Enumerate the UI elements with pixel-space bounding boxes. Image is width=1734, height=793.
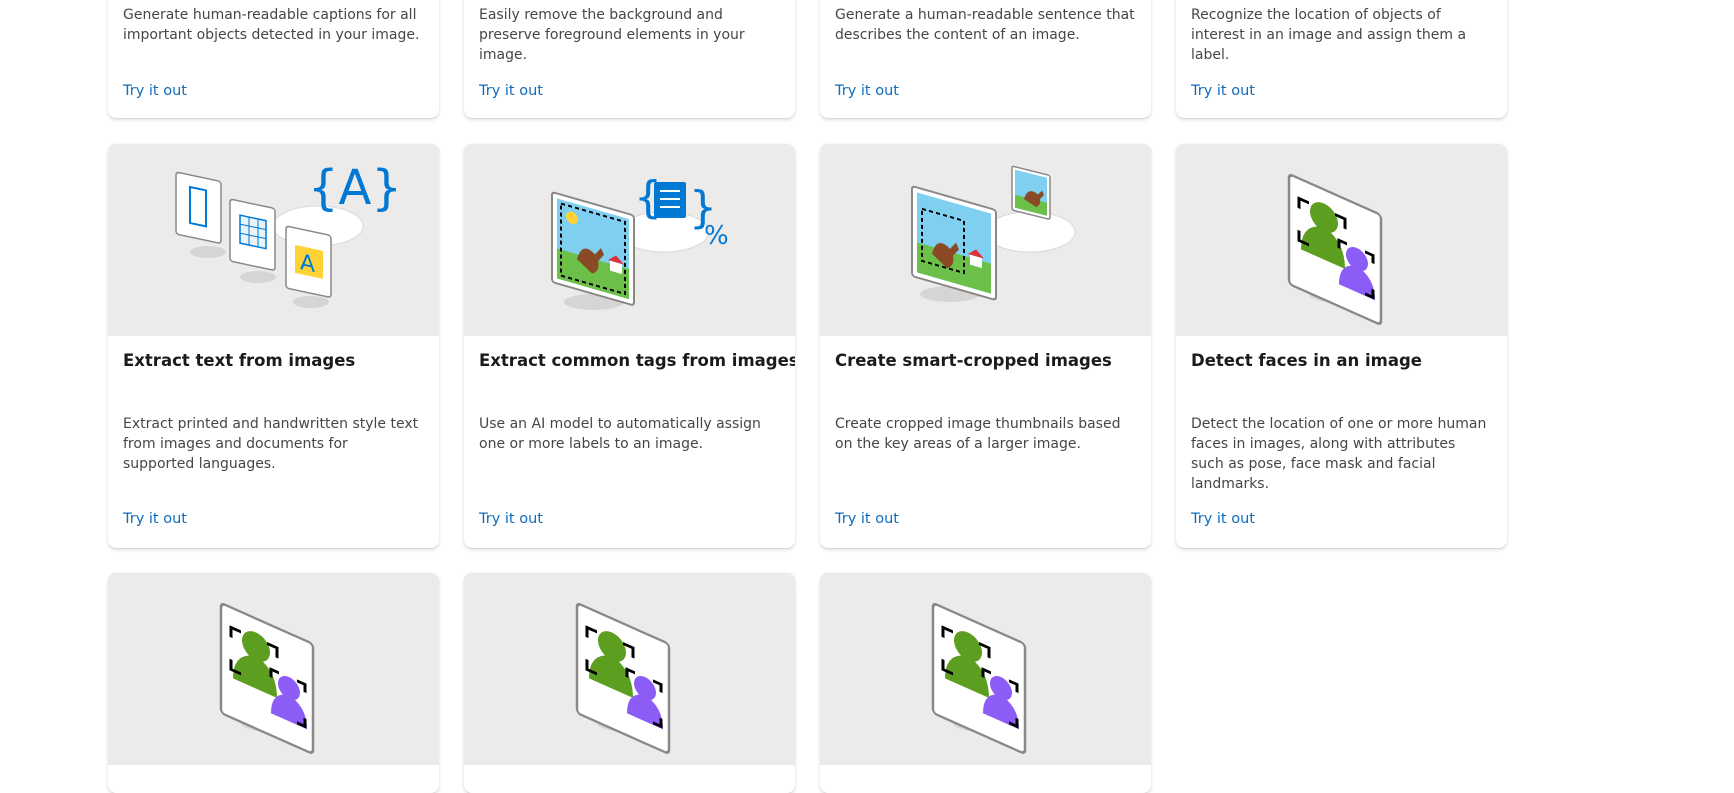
- try-it-out-link[interactable]: Try it out: [835, 83, 899, 99]
- feature-card-face-2: [464, 573, 795, 793]
- face-detection-illustration: [464, 573, 795, 765]
- try-it-out-link[interactable]: Try it out: [1191, 511, 1255, 527]
- feature-card-dense-captions: Generate human-readable captions for all…: [108, 0, 439, 118]
- svg-text:A: A: [300, 249, 316, 278]
- feature-card-smart-crop: Create smart-cropped images Create cropp…: [820, 144, 1151, 548]
- try-it-out-link[interactable]: Try it out: [835, 511, 899, 527]
- card-description: Recognize the location of objects of int…: [1191, 7, 1467, 63]
- card-description: Generate a human-readable sentence that …: [835, 7, 1135, 43]
- feature-card-face-1: [108, 573, 439, 793]
- card-title: Extract text from images: [123, 351, 356, 370]
- feature-card-face-3: [820, 573, 1151, 793]
- card-title: Detect faces in an image: [1191, 351, 1422, 370]
- try-it-out-link[interactable]: Try it out: [479, 511, 543, 527]
- smart-crop-illustration: [820, 144, 1151, 336]
- try-it-out-link[interactable]: Try it out: [479, 83, 543, 99]
- card-description: Detect the location of one or more human…: [1191, 416, 1487, 492]
- feature-card-image-captioning: Generate a human-readable sentence that …: [820, 0, 1151, 118]
- card-description: Extract printed and handwritten style te…: [123, 416, 419, 472]
- card-title: Extract common tags from images: [479, 351, 795, 370]
- try-it-out-link[interactable]: Try it out: [123, 83, 187, 99]
- feature-card-extract-tags: { } % Extract common tags from images Us…: [464, 144, 795, 548]
- svg-text:{A}: {A}: [308, 160, 402, 216]
- card-description: Generate human-readable captions for all…: [123, 7, 420, 43]
- card-title: Create smart-cropped images: [835, 351, 1112, 370]
- svg-text:%: %: [704, 221, 729, 251]
- feature-card-object-detection: Recognize the location of objects of int…: [1176, 0, 1507, 118]
- feature-card-detect-faces: Detect faces in an image Detect the loca…: [1176, 144, 1507, 548]
- card-description: Easily remove the background and preserv…: [479, 7, 745, 63]
- card-description: Create cropped image thumbnails based on…: [835, 416, 1121, 452]
- try-it-out-link[interactable]: Try it out: [123, 511, 187, 527]
- try-it-out-link[interactable]: Try it out: [1191, 83, 1255, 99]
- card-description: Use an AI model to automatically assign …: [479, 416, 761, 452]
- ocr-illustration: {A} A: [108, 144, 439, 336]
- face-detection-illustration: [1176, 144, 1507, 336]
- face-detection-illustration: [820, 573, 1151, 765]
- tagging-illustration: { } %: [464, 144, 795, 336]
- feature-card-extract-text: {A} A Extract text from images Extract p…: [108, 144, 439, 548]
- face-detection-illustration: [108, 573, 439, 765]
- feature-card-background-removal: Easily remove the background and preserv…: [464, 0, 795, 118]
